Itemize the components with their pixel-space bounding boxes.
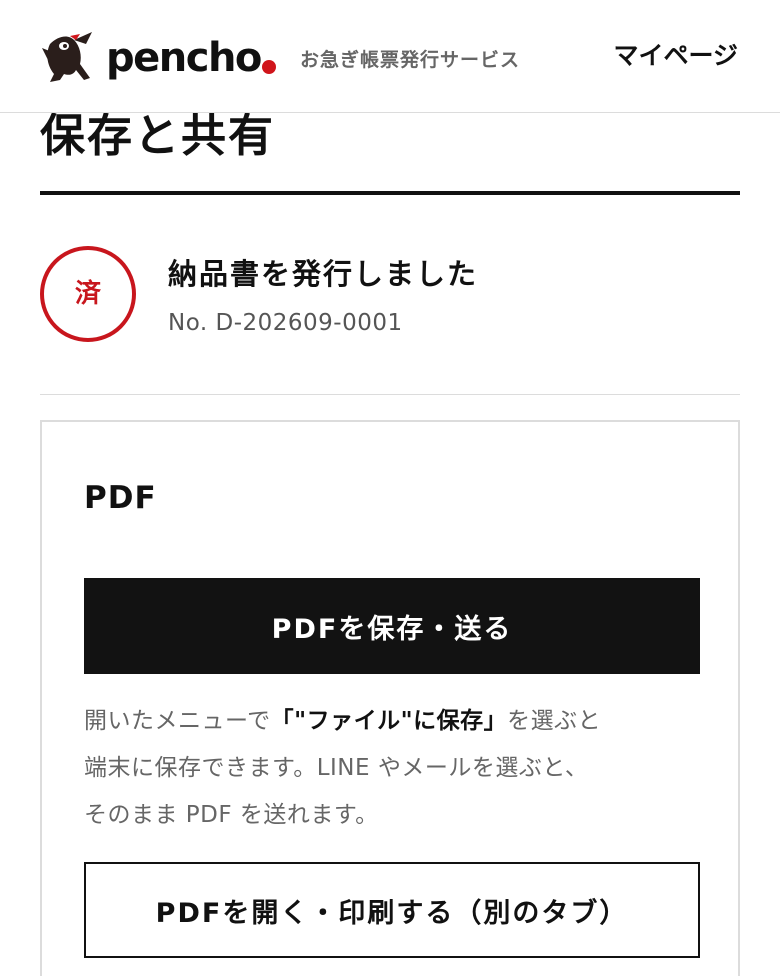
logo-wordmark[interactable]: pencho (106, 32, 262, 84)
issued-message: 納品書を発行しました (168, 257, 479, 291)
service-tagline: お急ぎ帳票発行サービス (300, 49, 521, 71)
logo-dot (262, 60, 276, 74)
help-line-2: 端末に保存できます。LINE やメールを選ぶと、 (84, 755, 589, 781)
issued-stamp-icon: 済 (40, 246, 136, 342)
open-print-pdf-button[interactable]: PDFを開く・印刷する（別のタブ） (84, 862, 700, 958)
help-line-1-pre: 開いたメニューで (84, 708, 271, 734)
help-line-1-emphasis: 「"ファイル"に保存」 (270, 708, 508, 734)
title-divider (40, 191, 740, 195)
help-line-1-post: を選ぶと (507, 708, 602, 734)
page-title: 保存と共有 (40, 109, 276, 162)
mypage-link[interactable]: マイページ (613, 40, 738, 72)
section-divider (40, 394, 740, 395)
penguin-logo-icon[interactable] (40, 30, 98, 82)
help-line-1: 開いたメニューで「"ファイル"に保存」を選ぶと (84, 698, 704, 745)
save-send-pdf-button[interactable]: PDFを保存・送る (84, 578, 700, 674)
document-number: No. D-202609-0001 (168, 310, 403, 336)
pdf-card-title: PDF (84, 480, 157, 516)
pdf-card: PDF PDFを保存・送る 開いたメニューで「"ファイル"に保存」を選ぶと 端末… (40, 420, 740, 976)
pdf-help-text: 開いたメニューで「"ファイル"に保存」を選ぶと 端末に保存できます。LINE や… (84, 698, 704, 839)
stamp-label: 済 (74, 279, 101, 309)
help-line-3: そのまま PDF を送れます。 (84, 802, 379, 828)
app-header: pencho お急ぎ帳票発行サービス マイページ (0, 0, 780, 113)
